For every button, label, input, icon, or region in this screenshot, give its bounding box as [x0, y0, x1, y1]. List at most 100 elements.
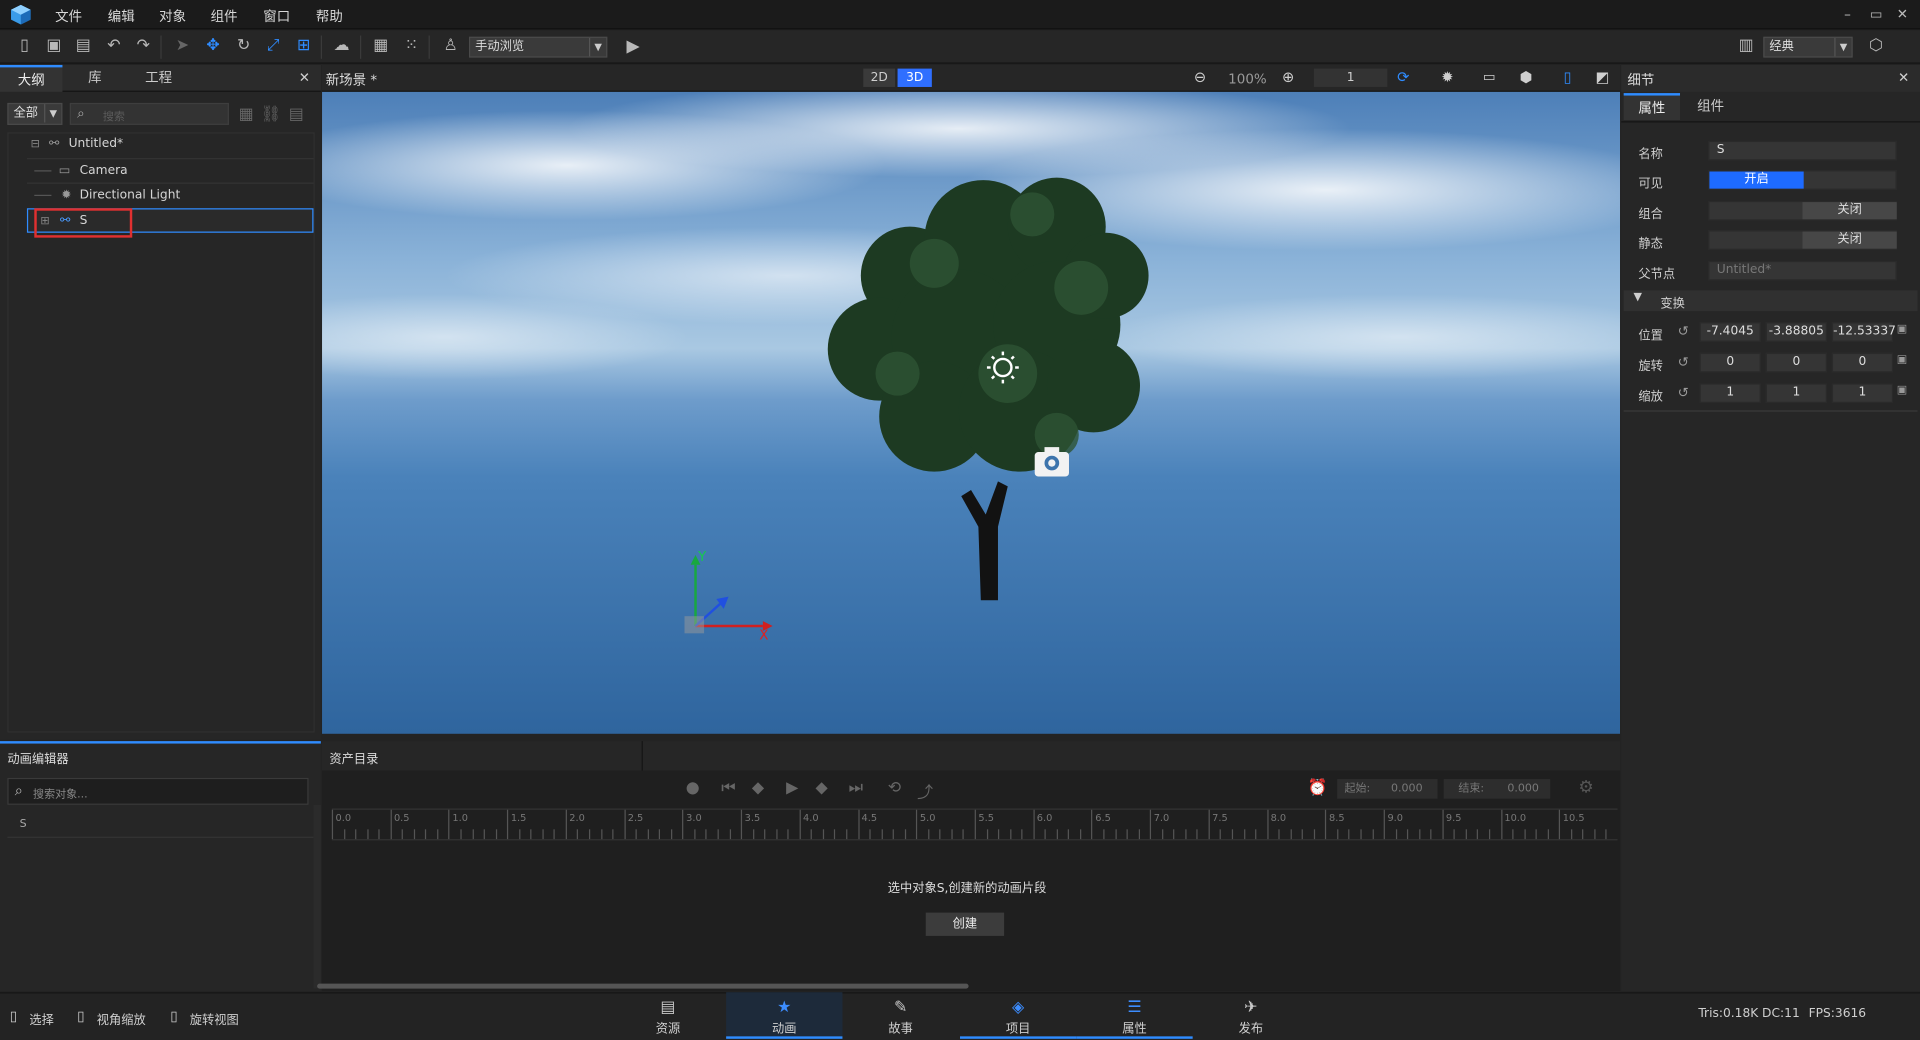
timeline-scrollbar[interactable]: [317, 983, 969, 989]
browse-mode-select[interactable]: 手动浏览 ▼: [468, 36, 608, 58]
menu-object[interactable]: 对象: [159, 6, 186, 26]
menu-edit[interactable]: 编辑: [108, 6, 135, 26]
zoom-in-icon[interactable]: ⊕: [1282, 69, 1294, 86]
sync-icon[interactable]: ⟳: [1397, 69, 1409, 86]
shading-icon[interactable]: ◩: [1596, 69, 1610, 86]
zoom-out-icon[interactable]: ⊖: [1194, 69, 1206, 86]
lock-icon[interactable]: ▣: [1897, 354, 1907, 366]
settings-icon[interactable]: ⚙: [1578, 778, 1593, 798]
minimize-icon[interactable]: –: [1844, 6, 1851, 22]
menu-file[interactable]: 文件: [55, 6, 82, 26]
position-y[interactable]: -3.88805: [1765, 322, 1827, 342]
scale-x[interactable]: 1: [1699, 383, 1761, 404]
name-field[interactable]: S: [1708, 140, 1897, 161]
filter-select[interactable]: 全部 ▼: [7, 102, 63, 125]
tab-publish[interactable]: ✈ 发布: [1193, 992, 1309, 1039]
layout-select[interactable]: 经典 ▼: [1763, 36, 1853, 58]
undo-icon[interactable]: ↶: [104, 37, 124, 57]
play-icon[interactable]: ▶: [623, 37, 643, 57]
lock-icon[interactable]: ▣: [1897, 323, 1907, 335]
scale-z[interactable]: 1: [1831, 383, 1894, 404]
view-2d-button[interactable]: 2D: [863, 68, 896, 87]
select-cursor-icon[interactable]: ➤: [173, 37, 193, 57]
visible-toggle[interactable]: 开启: [1708, 170, 1897, 190]
link-icon[interactable]: ⛓: [261, 105, 281, 125]
snap-grid-icon[interactable]: ⁙: [402, 37, 422, 57]
tab-components[interactable]: 组件: [1682, 93, 1738, 120]
reset-position-icon[interactable]: ↺: [1678, 323, 1689, 339]
cloud-icon[interactable]: ☁: [332, 37, 352, 57]
static-toggle[interactable]: 关闭: [1708, 230, 1897, 250]
scene-viewport[interactable]: Y X: [322, 91, 1621, 734]
tab-library[interactable]: 库: [64, 65, 126, 92]
end-time-field[interactable]: 结束: 0.000: [1443, 779, 1551, 799]
tab-properties-bottom[interactable]: ☰ 属性: [1076, 992, 1193, 1039]
tab-animation[interactable]: ★ 动画: [726, 992, 843, 1039]
create-clip-button[interactable]: 创建: [925, 912, 1005, 936]
loop-icon[interactable]: ⟲: [888, 779, 901, 797]
rotation-x[interactable]: 0: [1699, 352, 1761, 373]
outline-search-box[interactable]: ⌕ 搜索: [69, 102, 229, 125]
redo-icon[interactable]: ↷: [133, 37, 153, 57]
new-file-icon[interactable]: ▯: [15, 37, 35, 57]
menu-help[interactable]: 帮助: [316, 6, 343, 26]
play-icon[interactable]: ▶: [786, 779, 798, 797]
record-icon[interactable]: ●: [686, 779, 700, 797]
tree-item-camera[interactable]: ▭ Camera: [26, 158, 314, 183]
tree-item-directional-light[interactable]: ✹ Directional Light: [26, 182, 314, 208]
close-panel-icon[interactable]: ✕: [299, 70, 310, 86]
prev-key-icon[interactable]: ◆: [752, 779, 764, 797]
start-time-field[interactable]: 起始: 0.000: [1337, 779, 1438, 799]
rotate-tool-icon[interactable]: ↻: [234, 37, 254, 57]
layout-icon[interactable]: ▥: [1736, 37, 1756, 57]
rotation-y[interactable]: 0: [1765, 352, 1827, 373]
lock-view-icon[interactable]: ▯: [1564, 69, 1572, 86]
tab-project-bottom[interactable]: ◈ 项目: [960, 992, 1077, 1039]
tab-resources[interactable]: ▤ 资源: [610, 992, 726, 1039]
scale-tool-icon[interactable]: ⤢: [263, 37, 283, 57]
close-details-icon[interactable]: ✕: [1898, 70, 1909, 86]
page-field[interactable]: 1: [1313, 68, 1388, 87]
group-toggle[interactable]: 关闭: [1708, 200, 1897, 221]
save-all-icon[interactable]: ▤: [73, 37, 93, 57]
lock-icon[interactable]: ▣: [1897, 385, 1907, 397]
ruler-tick: [1372, 829, 1374, 840]
curve-icon[interactable]: ⤴: [917, 779, 933, 802]
reset-scale-icon[interactable]: ↺: [1678, 385, 1689, 401]
tab-project[interactable]: 工程: [127, 65, 189, 92]
camera-view-icon[interactable]: ▭: [1483, 69, 1496, 85]
tab-properties[interactable]: 属性: [1623, 93, 1681, 121]
tab-story[interactable]: ✎ 故事: [842, 992, 958, 1039]
anim-object-row[interactable]: S: [7, 812, 314, 838]
grid-icon[interactable]: ▦: [371, 37, 391, 57]
scale-y[interactable]: 1: [1765, 383, 1827, 404]
position-z[interactable]: -12.53337: [1831, 322, 1896, 342]
skip-start-icon[interactable]: ⏮: [721, 779, 735, 797]
move-tool-icon[interactable]: ✥: [203, 37, 223, 57]
next-key-icon[interactable]: ◆: [816, 779, 828, 797]
tree-item-untitled[interactable]: ⊟ ⚯ Untitled*: [27, 132, 314, 157]
skip-end-icon[interactable]: ⏭: [849, 779, 863, 797]
ruler-tick: [682, 809, 684, 840]
restore-icon[interactable]: ▭: [1870, 6, 1883, 22]
timeline-ruler[interactable]: 0.0 0.5 1.0 1.5 2.0 2.5 3.0 3.5 4.0 4.5 5.0 5.5 6.0 6…: [331, 808, 1618, 841]
delete-icon[interactable]: ▤: [287, 105, 307, 125]
menu-window[interactable]: 窗口: [263, 6, 290, 26]
group-icon[interactable]: ▦: [236, 105, 256, 125]
settings-hex-icon[interactable]: ⬡: [1866, 37, 1886, 57]
alarm-icon[interactable]: ⏰: [1308, 779, 1328, 797]
rotation-z[interactable]: 0: [1831, 352, 1894, 373]
local-coords-icon[interactable]: ⊞: [294, 37, 314, 57]
transform-header[interactable]: ▼ 变换: [1623, 290, 1918, 312]
asset-catalog-tab[interactable]: 资产目录: [322, 741, 643, 771]
menu-component[interactable]: 组件: [211, 6, 238, 26]
anim-search-box[interactable]: ⌕ 搜索对象...: [7, 777, 309, 805]
close-icon[interactable]: ✕: [1897, 6, 1908, 22]
view-3d-button[interactable]: 3D: [897, 68, 932, 87]
reset-rotation-icon[interactable]: ↺: [1678, 354, 1689, 370]
save-icon[interactable]: ▣: [44, 37, 64, 57]
cube-icon[interactable]: ⬢: [1520, 69, 1533, 86]
position-x[interactable]: -7.4045: [1699, 322, 1761, 342]
tab-outline[interactable]: 大纲: [0, 64, 63, 92]
light-toggle-icon[interactable]: ✹: [1441, 69, 1453, 86]
